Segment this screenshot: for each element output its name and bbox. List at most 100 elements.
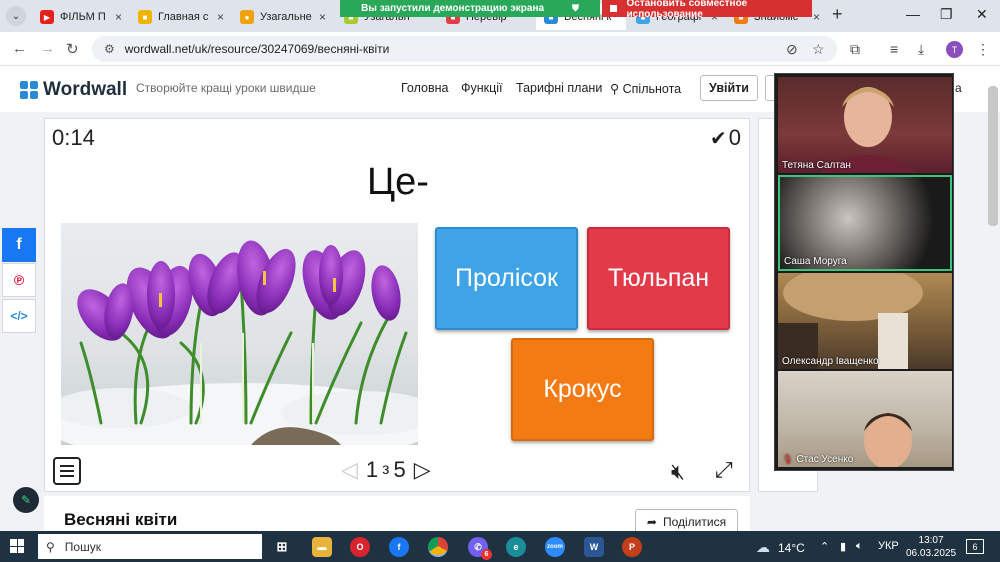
url-text: wordwall.net/uk/resource/30247069/веснян… [124,42,390,56]
zoom-icon[interactable]: zoom [545,537,565,557]
task-view-icon[interactable]: ⊞ [272,537,292,557]
extensions-icon[interactable]: ⧉ [850,41,860,58]
notifications-button[interactable]: 6 [966,539,984,554]
youtube-icon: ▶ [40,10,54,24]
new-tab-button[interactable]: + [832,4,843,25]
more-menu-icon[interactable]: ⋮ [976,41,990,58]
participant-name-text: Олександр Іващенко [782,356,879,367]
chevron-up-icon[interactable]: ⌃ [820,540,829,553]
participant-tile-speaking[interactable]: Саша Моруга [778,175,952,271]
tab-title: Главная с [158,11,209,23]
edit-button[interactable]: ✎ [13,487,39,513]
page-total: 5 [393,457,406,482]
taskbar-search-input[interactable]: ⚲ Пошук [38,534,262,559]
site-info-icon[interactable]: ⚙ [104,42,115,56]
weather-widget[interactable]: ☁ 14°C [756,539,805,556]
page-separator: з [382,461,390,478]
opera-icon[interactable]: O [350,537,370,557]
battery-icon[interactable]: ▮ [840,540,846,553]
quiz-activity: 0:14 ✔ 0 Це- Пролісок Тюльпан Крокус ◁ 1… [44,118,750,492]
check-icon: ✔ [709,127,727,150]
participant-tile[interactable]: Тетяна Салтан [778,77,952,173]
shield-icon: ⛊ [572,3,579,13]
screen-share-banner: Вы запустили демонстрацию экрана ⛊ [340,0,600,17]
search-icon: ⚲ [46,539,55,554]
answer-snowdrop-button[interactable]: Пролісок [435,227,578,330]
pinterest-share-button[interactable]: ℗ [2,263,36,297]
participant-name: Олександр Іващенко [782,356,879,367]
login-button[interactable]: Увійти [700,75,758,101]
browser-tab[interactable]: ▶ ФІЛЬМ П × [32,4,128,30]
chrome-icon[interactable] [428,537,448,557]
nav-community[interactable]: ⚲ Спільнота [610,81,681,96]
nav-features[interactable]: Функції [461,81,503,95]
fullscreen-icon[interactable]: ⤢ [715,457,733,483]
previous-arrow-icon[interactable]: ◁ [341,457,358,483]
page-current: 1 [365,457,379,482]
participant-tile[interactable]: Олександр Іващенко [778,273,952,369]
start-button[interactable] [10,539,24,553]
taskbar-search-placeholder: Пошук [64,539,101,554]
restore-button[interactable]: ❐ [940,6,953,23]
window-close-button[interactable]: ✕ [976,6,988,23]
browser-tab[interactable]: ● Узагальне × [232,4,332,30]
windows-taskbar: ⚲ Пошук ⊞ ▬ O f ✆ 6 e zoom W P ☁ 14°C ⌃ ▮… [0,531,1000,562]
language-selector[interactable]: а [955,81,962,95]
edge-icon[interactable]: e [506,537,526,557]
minimize-button[interactable]: — [906,6,920,22]
close-icon[interactable]: × [813,10,820,24]
download-icon[interactable]: ⤓ [918,41,924,58]
tab-search-button[interactable]: ⌄ [6,6,26,26]
participant-name-text: Стас Усенко [796,454,854,465]
video-call-panel: Тетяна Салтан Саша Моруга Олександр Іващ… [774,73,954,471]
media-icon[interactable]: ≡ [890,41,898,57]
cloud-icon: ☁ [756,539,770,555]
close-icon[interactable]: × [115,10,122,24]
tab-title: ФІЛЬМ П [60,11,106,23]
next-arrow-icon[interactable]: ▷ [414,457,431,483]
answer-tulip-button[interactable]: Тюльпан [587,227,730,330]
eye-off-icon[interactable]: ⊘ [786,41,798,58]
logo-text: Wordwall [43,79,128,100]
mute-icon[interactable]: 🔇︎ [671,459,685,485]
chevron-down-icon: ⌄ [11,10,21,22]
clock[interactable]: 13:07 06.03.2025 [906,534,956,560]
answer-crocus-button[interactable]: Крокус [511,338,654,441]
participant-name: Тетяна Салтан [782,160,851,171]
clock-time: 13:07 [918,535,944,546]
profile-avatar[interactable]: T [946,41,963,58]
activity-menu-button[interactable] [53,457,81,485]
bookmark-star-icon[interactable]: ☆ [812,41,825,58]
stop-icon [610,5,617,12]
stop-sharing-button[interactable]: Остановить совместное использование [602,0,812,20]
url-input[interactable]: ⚙ wordwall.net/uk/resource/30247069/весн… [92,36,837,62]
back-icon[interactable]: ← [12,40,27,57]
wordwall-logo[interactable]: Wordwall [20,79,127,101]
facebook-share-button[interactable]: f [2,228,36,262]
nav-community-label: Спільнота [622,82,682,96]
reload-icon[interactable]: ↻ [66,40,79,58]
viber-icon[interactable]: ✆ 6 [468,537,492,560]
file-explorer-icon[interactable]: ▬ [312,537,332,557]
close-icon[interactable]: × [319,10,326,24]
language-indicator[interactable]: УКР [878,540,899,552]
browser-tab[interactable]: ■ Главная с × [130,4,230,30]
speaker-icon[interactable]: 🔈︎ [856,540,863,553]
forward-icon[interactable]: → [40,40,55,57]
word-icon[interactable]: W [584,537,604,557]
pencil-icon: ✎ [20,493,32,507]
page-scrollbar[interactable] [988,86,998,226]
crocus-image [61,223,418,445]
participant-tile[interactable]: 🎙︎ Стас Усенко [778,371,952,467]
embed-button[interactable]: </> [2,299,36,333]
question-text: Це- [367,161,429,203]
nav-pricing[interactable]: Тарифні плани [516,81,602,95]
viber-badge: 6 [481,549,492,560]
facebook-app-icon[interactable]: f [389,537,409,557]
activity-title: Весняні квіти [64,510,178,529]
close-icon[interactable]: × [217,10,224,24]
powerpoint-icon[interactable]: P [622,537,642,557]
tagline: Створюйте кращі уроки швидше [136,81,316,95]
nav-home[interactable]: Головна [401,81,449,95]
facebook-icon: f [16,236,22,253]
